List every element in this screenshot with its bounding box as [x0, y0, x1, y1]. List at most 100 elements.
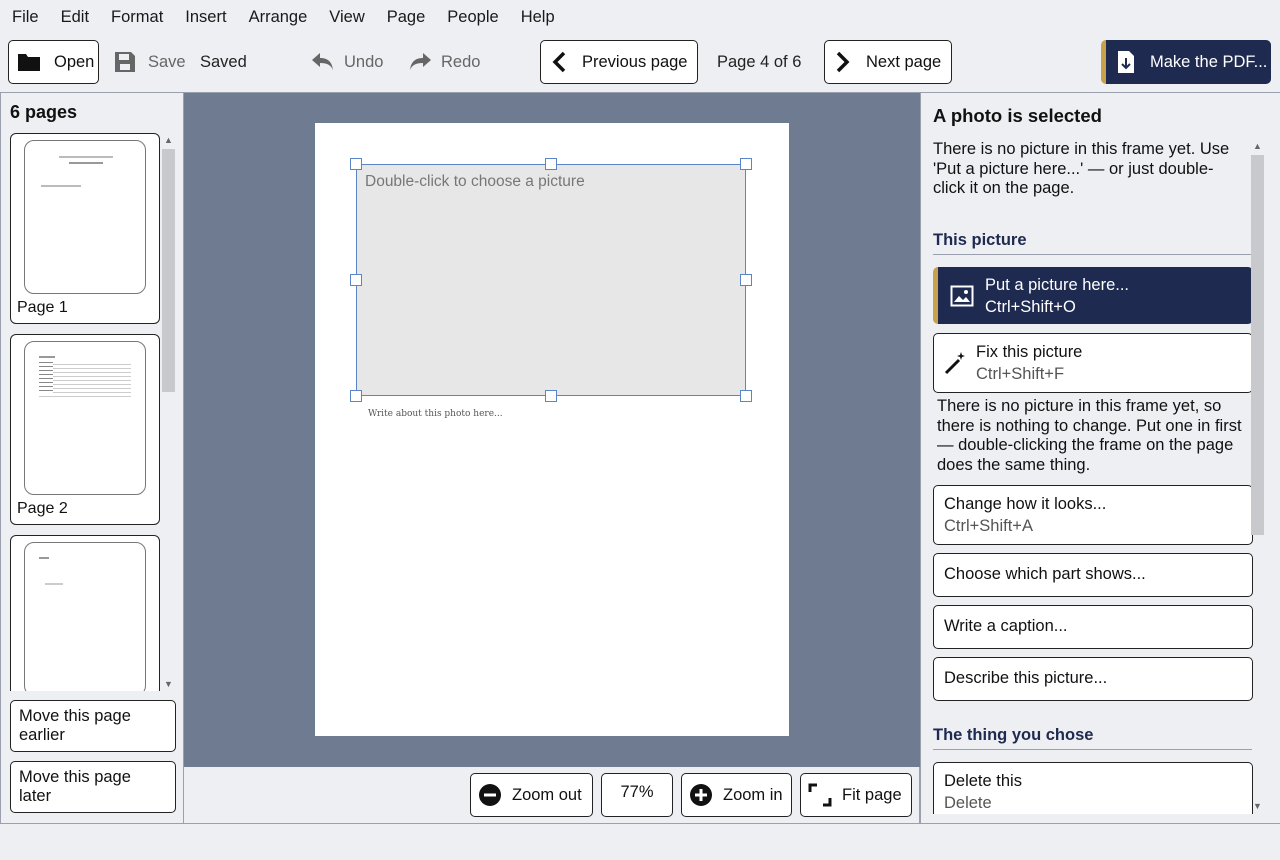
- write-caption-button[interactable]: Write a caption...: [933, 605, 1253, 649]
- fit-page-label: Fit page: [842, 785, 902, 804]
- change-looks-shortcut: Ctrl+Shift+A: [944, 517, 1033, 535]
- page-thumbnail-3[interactable]: [10, 535, 160, 691]
- document-page[interactable]: Double-click to choose a picture Write a…: [315, 123, 789, 736]
- change-looks-label: Change how it looks...: [944, 495, 1107, 513]
- menu-bar: File Edit Format Insert Arrange View Pag…: [0, 0, 1280, 34]
- inspector-description: There is no picture in this frame yet. U…: [933, 140, 1230, 197]
- page-thumbnail-2[interactable]: Page 2: [10, 334, 160, 525]
- pages-panel: 6 pages Page 1 Page 2 ▲ ▼ Move this page…: [0, 93, 184, 823]
- fix-picture-note: There is no picture in this frame yet, s…: [937, 397, 1242, 474]
- open-button[interactable]: Open: [8, 40, 99, 84]
- inspector-panel: A photo is selected There is no picture …: [920, 93, 1280, 823]
- fix-picture-button[interactable]: Fix this picture Ctrl+Shift+F: [933, 333, 1253, 393]
- zoom-in-button[interactable]: Zoom in: [681, 773, 792, 817]
- image-icon: [950, 285, 974, 306]
- delete-shortcut: Delete: [944, 794, 992, 812]
- undo-button[interactable]: Undo: [311, 50, 383, 74]
- make-pdf-button[interactable]: Make the PDF...: [1101, 40, 1271, 84]
- scroll-up-icon[interactable]: ▲: [164, 135, 173, 145]
- scroll-down-icon[interactable]: ▼: [1253, 801, 1262, 811]
- resize-handle-bottom-right[interactable]: [740, 390, 752, 402]
- save-icon: [115, 52, 135, 72]
- resize-handle-left[interactable]: [350, 274, 362, 286]
- previous-page-button[interactable]: Previous page: [540, 40, 698, 84]
- menu-people[interactable]: People: [447, 8, 498, 27]
- scroll-up-icon[interactable]: ▲: [1253, 141, 1262, 151]
- page-indicator: Page 4 of 6: [717, 53, 802, 71]
- change-looks-button[interactable]: Change how it looks... Ctrl+Shift+A: [933, 485, 1253, 545]
- photo-frame[interactable]: Double-click to choose a picture: [356, 164, 746, 396]
- describe-picture-button[interactable]: Describe this picture...: [933, 657, 1253, 701]
- menu-arrange[interactable]: Arrange: [249, 8, 308, 27]
- put-picture-shortcut: Ctrl+Shift+O: [985, 297, 1076, 316]
- fit-screen-icon: [808, 783, 832, 807]
- plus-circle-icon: [690, 784, 712, 806]
- scroll-down-icon[interactable]: ▼: [164, 679, 173, 689]
- photo-caption-placeholder[interactable]: Write about this photo here...: [368, 409, 503, 419]
- inspector-scrollbar[interactable]: ▲ ▼: [1250, 141, 1265, 811]
- put-picture-label: Put a picture here...: [985, 275, 1129, 294]
- fix-picture-label: Fix this picture: [976, 343, 1083, 361]
- next-page-label: Next page: [866, 52, 942, 71]
- status-divider: [0, 823, 1280, 824]
- minus-circle-icon: [479, 784, 501, 806]
- photo-frame-hint: Double-click to choose a picture: [365, 173, 585, 190]
- redo-icon: [410, 53, 431, 70]
- delete-button[interactable]: Delete this Delete: [933, 762, 1253, 814]
- menu-edit[interactable]: Edit: [61, 8, 89, 27]
- make-pdf-label: Make the PDF...: [1150, 52, 1268, 71]
- fix-picture-shortcut: Ctrl+Shift+F: [976, 365, 1065, 383]
- menu-file[interactable]: File: [12, 8, 39, 27]
- chevron-left-icon: [552, 51, 566, 73]
- resize-handle-bottom-left[interactable]: [350, 390, 362, 402]
- menu-view[interactable]: View: [329, 8, 364, 27]
- download-file-icon: [1118, 51, 1134, 73]
- fit-page-button[interactable]: Fit page: [800, 773, 912, 817]
- menu-format[interactable]: Format: [111, 8, 163, 27]
- section-heading-thing-you-chose: The thing you chose: [933, 726, 1252, 750]
- menu-insert[interactable]: Insert: [185, 8, 226, 27]
- page-canvas[interactable]: Double-click to choose a picture Write a…: [184, 93, 920, 767]
- zoom-out-label: Zoom out: [512, 785, 582, 804]
- page-thumbnail-list[interactable]: Page 1 Page 2: [1, 133, 161, 691]
- pages-count-heading: 6 pages: [10, 102, 78, 122]
- resize-handle-top-left[interactable]: [350, 158, 362, 170]
- page-thumbnail-1[interactable]: Page 1: [10, 133, 160, 324]
- previous-page-label: Previous page: [582, 52, 688, 71]
- resize-handle-bottom[interactable]: [545, 390, 557, 402]
- move-page-earlier-button[interactable]: Move this page earlier: [10, 700, 176, 752]
- section-heading-this-picture: This picture: [933, 231, 1252, 255]
- page-preview: [24, 542, 146, 691]
- next-page-button[interactable]: Next page: [824, 40, 952, 84]
- inspector-title: A photo is selected: [933, 105, 1102, 126]
- undo-icon: [312, 53, 333, 70]
- undo-label: Undo: [344, 52, 384, 71]
- magic-wand-icon: [944, 352, 965, 375]
- zoom-out-button[interactable]: Zoom out: [470, 773, 593, 817]
- menu-help[interactable]: Help: [521, 8, 555, 27]
- open-label: Open: [54, 52, 95, 71]
- scrollbar-thumb[interactable]: [1251, 155, 1264, 535]
- zoom-bar: Zoom out 77% Zoom in Fit page: [184, 767, 920, 823]
- redo-button[interactable]: Redo: [408, 50, 480, 74]
- resize-handle-top[interactable]: [545, 158, 557, 170]
- zoom-in-label: Zoom in: [723, 785, 783, 804]
- menu-page[interactable]: Page: [387, 8, 426, 27]
- page-thumbnail-label: Page 2: [17, 500, 68, 517]
- delete-label: Delete this: [944, 772, 1022, 790]
- page-preview: [24, 341, 146, 495]
- save-status: Saved: [200, 53, 247, 71]
- chevron-right-icon: [836, 51, 850, 73]
- put-picture-button[interactable]: Put a picture here... Ctrl+Shift+O: [933, 267, 1253, 324]
- page-preview: [24, 140, 146, 294]
- save-label: Save: [148, 52, 186, 71]
- resize-handle-top-right[interactable]: [740, 158, 752, 170]
- scrollbar-thumb[interactable]: [162, 149, 175, 392]
- resize-handle-right[interactable]: [740, 274, 752, 286]
- choose-part-button[interactable]: Choose which part shows...: [933, 553, 1253, 597]
- save-button[interactable]: Save: [114, 50, 186, 74]
- zoom-level-field[interactable]: 77%: [601, 773, 673, 817]
- page-thumbnail-label: Page 1: [17, 299, 68, 316]
- move-page-later-button[interactable]: Move this page later: [10, 761, 176, 813]
- thumbnail-scrollbar[interactable]: ▲ ▼: [161, 133, 176, 691]
